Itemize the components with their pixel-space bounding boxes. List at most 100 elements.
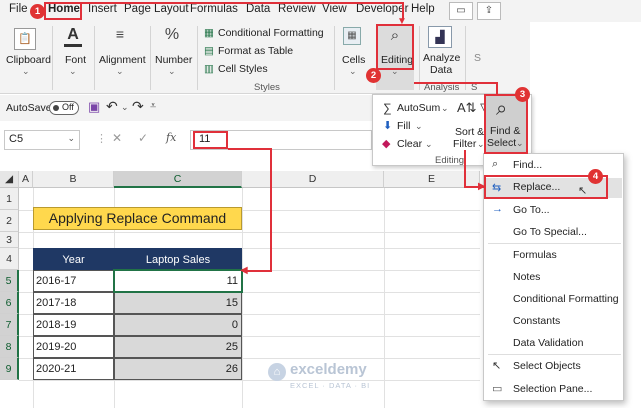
arrow-left-icon: ◀ xyxy=(240,265,248,276)
table-cell-year[interactable]: 2019-20 xyxy=(33,336,114,358)
sort-filter-label-1[interactable]: Sort & xyxy=(455,126,484,138)
customize-qat-icon[interactable]: ⩡ xyxy=(150,100,156,113)
menu-developer[interactable]: Developer xyxy=(356,3,408,15)
arrow-right-icon: → xyxy=(492,203,503,215)
menu-select-objects[interactable]: Select Objects xyxy=(513,360,581,372)
format-as-table-button[interactable]: Format as Table xyxy=(218,45,293,57)
col-header-c[interactable]: C xyxy=(114,171,242,188)
menu-conditional-formatting[interactable]: Conditional Formatting xyxy=(513,293,619,305)
menu-selection-pane[interactable]: Selection Pane... xyxy=(513,383,592,395)
chevron-down-icon[interactable]: ⌄ xyxy=(349,66,357,77)
table-cell-year[interactable]: 2016-17 xyxy=(33,270,114,292)
chevron-down-icon[interactable]: ⌄ xyxy=(168,66,176,77)
fill-button[interactable]: Fill xyxy=(397,120,410,132)
menu-data-validation[interactable]: Data Validation xyxy=(513,337,583,349)
menu-insert[interactable]: Insert xyxy=(88,3,117,15)
alignment-label: Alignment xyxy=(99,54,146,66)
undo-icon[interactable]: ↶ xyxy=(106,98,118,115)
chevron-down-icon[interactable]: ⌄ xyxy=(415,121,423,132)
menu-go-to[interactable]: Go To... xyxy=(513,204,550,216)
cell-styles-button[interactable]: Cell Styles xyxy=(218,63,268,75)
menu-file[interactable]: File xyxy=(9,3,28,15)
table-cell-sales[interactable]: 25 xyxy=(114,336,242,358)
fx-icon[interactable]: fx xyxy=(166,131,176,144)
menu-formulas[interactable]: Formulas xyxy=(513,249,557,261)
table-cell-sales[interactable]: 26 xyxy=(114,358,242,380)
chevron-down-icon[interactable]: ⌄ xyxy=(67,133,75,144)
autosave-label: AutoSave xyxy=(6,102,52,114)
annotation-line xyxy=(82,2,403,4)
editing-group-label: Editing xyxy=(435,155,465,166)
chevron-down-icon[interactable]: ⌄ xyxy=(121,102,129,113)
menu-data[interactable]: Data xyxy=(246,3,270,15)
save-icon[interactable]: ▣ xyxy=(88,99,100,115)
menu-help[interactable]: Help xyxy=(411,3,435,15)
autosave-toggle[interactable]: Off xyxy=(49,101,79,115)
table-cell-sales[interactable]: 0 xyxy=(114,314,242,336)
sort-filter-label-2[interactable]: Filter xyxy=(453,138,476,150)
percent-icon[interactable]: % xyxy=(162,26,182,44)
table-cell-sales[interactable]: 15 xyxy=(114,292,242,314)
chevron-down-icon[interactable]: ⌄ xyxy=(69,66,77,77)
annotation-line xyxy=(246,270,272,272)
formula-bar: C5 ⌄ ⋮ ✕ ✓ fx 11 xyxy=(0,122,372,160)
share-icon[interactable]: ⇪ xyxy=(477,2,501,20)
watermark-tagline: EXCEL · DATA · BI xyxy=(290,381,371,390)
enter-icon[interactable]: ✓ xyxy=(138,131,148,145)
chevron-down-icon[interactable]: ⌄ xyxy=(22,66,30,77)
redo-icon[interactable]: ↷ xyxy=(132,98,144,115)
step-badge-2: 2 xyxy=(366,68,381,83)
table-cell-year[interactable]: 2018-19 xyxy=(33,314,114,336)
menu-notes[interactable]: Notes xyxy=(513,271,540,283)
name-box[interactable]: C5 ⌄ xyxy=(4,130,80,150)
clear-button[interactable]: Clear xyxy=(397,138,422,150)
table-cell-year[interactable]: 2020-21 xyxy=(33,358,114,380)
spreadsheet-grid: ◢ A B C D E 1 2 3 4 5 6 7 8 9 Applying R… xyxy=(0,171,480,408)
row-header[interactable]: 3 xyxy=(0,232,19,248)
chevron-down-icon[interactable]: ⌄ xyxy=(441,103,449,114)
align-icon[interactable]: ≡ xyxy=(110,27,130,41)
autosum-icon: ∑ xyxy=(383,101,392,115)
sheet-title[interactable]: Applying Replace Command xyxy=(33,207,242,230)
chevron-down-icon[interactable]: ⌄ xyxy=(425,139,433,150)
row-header[interactable]: 6 xyxy=(0,292,19,314)
menu-view[interactable]: View xyxy=(322,3,347,15)
table-cell-year[interactable]: 2017-18 xyxy=(33,292,114,314)
row-header[interactable]: 2 xyxy=(0,210,19,232)
formula-value: 11 xyxy=(199,133,211,145)
select-all-corner[interactable]: ◢ xyxy=(0,171,19,188)
menu-page-layout[interactable]: Page Layout xyxy=(124,3,189,15)
table-header-year[interactable]: Year xyxy=(33,248,114,270)
table-header-sales[interactable]: Laptop Sales xyxy=(114,248,242,270)
clipboard-label: Clipboard xyxy=(6,54,51,66)
menu-review[interactable]: Review xyxy=(278,3,316,15)
col-header-d[interactable]: D xyxy=(242,171,384,188)
annotation-line xyxy=(270,148,272,272)
row-header[interactable]: 7 xyxy=(0,314,19,336)
row-header[interactable]: 5 xyxy=(0,270,19,292)
col-header-b[interactable]: B xyxy=(33,171,114,188)
autosave-state: Off xyxy=(62,102,74,112)
chevron-down-icon[interactable]: ⌄ xyxy=(116,66,124,77)
font-icon[interactable]: A xyxy=(64,26,82,44)
analyze-data-icon[interactable]: ▟ xyxy=(428,26,452,48)
clipboard-icon[interactable]: 📋 xyxy=(14,28,36,50)
conditional-formatting-button[interactable]: Conditional Formatting xyxy=(218,27,324,39)
analyze-label: Analyze xyxy=(423,52,461,64)
search-icon: ⌕ xyxy=(492,158,499,170)
watermark-name: exceldemy xyxy=(290,361,367,378)
row-header[interactable]: 1 xyxy=(0,188,19,210)
menu-go-to-special[interactable]: Go To Special... xyxy=(513,226,587,238)
menu-formulas[interactable]: Formulas xyxy=(190,3,238,15)
row-header[interactable]: 8 xyxy=(0,336,19,358)
comments-icon[interactable]: ▭ xyxy=(449,2,473,20)
menu-constants[interactable]: Constants xyxy=(513,315,560,327)
menu-find[interactable]: Find... xyxy=(513,159,542,171)
cells-icon[interactable]: ▦ xyxy=(343,27,361,45)
conditional-formatting-icon: ▦ xyxy=(204,27,214,39)
autosum-button[interactable]: AutoSum xyxy=(397,102,440,114)
row-header[interactable]: 4 xyxy=(0,248,19,270)
cancel-icon[interactable]: ✕ xyxy=(112,131,122,145)
col-header-a[interactable]: A xyxy=(19,171,33,188)
row-header[interactable]: 9 xyxy=(0,358,19,380)
